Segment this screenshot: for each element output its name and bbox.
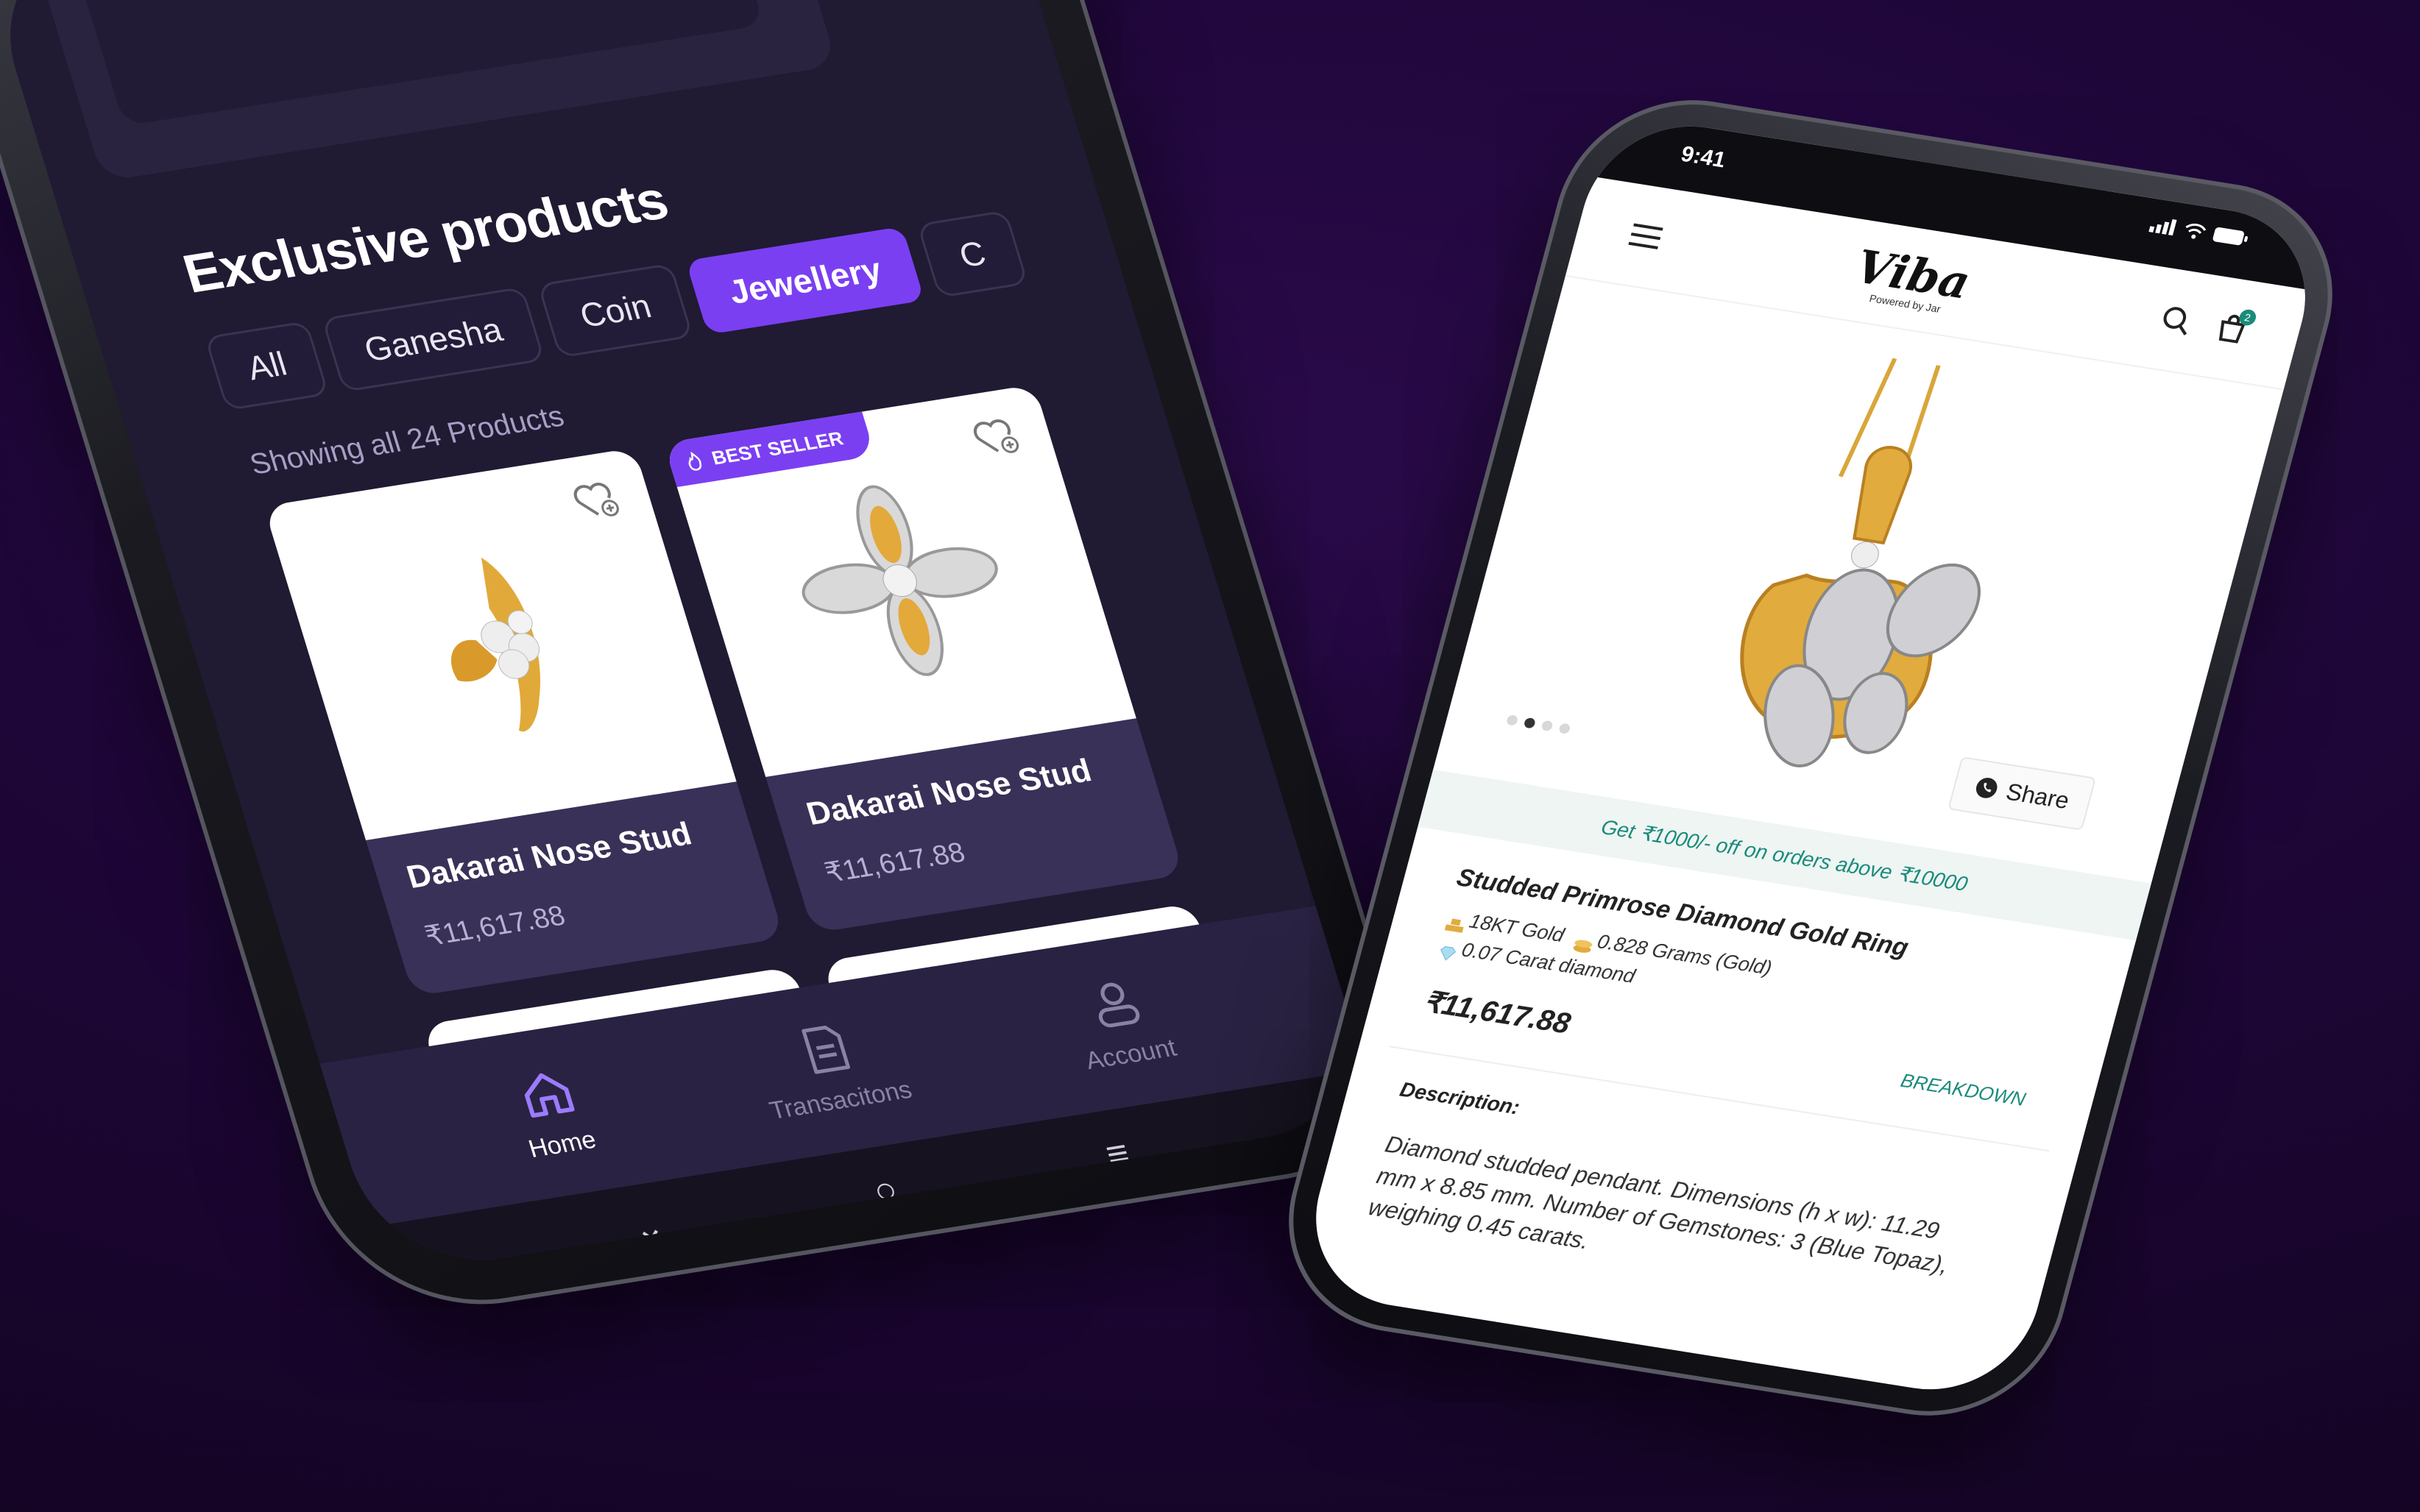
product-grid: Dakarai Nose Stud ₹11,617.88 BEST SELLER <box>263 384 1184 997</box>
right-phone: 9:41 Viba Powered by Jar 2 Share Get ₹10… <box>1260 82 2361 1434</box>
flower-stud-image <box>802 485 998 676</box>
gold-bars-icon <box>1444 910 1468 933</box>
nav-home[interactable]: Home <box>506 1062 600 1164</box>
product-price: ₹11,617.88 <box>1420 985 1574 1040</box>
nose-stud-image <box>451 557 540 732</box>
hamburger-menu-icon[interactable] <box>1627 221 1665 251</box>
product-name: Dakarai Nose Stud <box>802 752 1096 832</box>
product-price: ₹11,617.88 <box>421 900 569 953</box>
user-icon <box>1098 982 1140 1027</box>
app-bar-actions: 2 <box>2157 302 2258 347</box>
home-icon <box>524 1073 575 1118</box>
whatsapp-icon <box>1975 778 1998 798</box>
tab-ganesha[interactable]: Ganesha <box>321 286 545 393</box>
tab-jewellery[interactable]: Jewellery <box>685 226 924 335</box>
search-icon[interactable] <box>2158 304 2195 337</box>
top-card-inner <box>68 0 765 127</box>
cart-button[interactable]: 2 <box>2212 308 2258 347</box>
wifi-icon <box>2185 223 2207 239</box>
right-phone-screen: 9:41 Viba Powered by Jar 2 Share Get ₹10… <box>1293 112 2328 1404</box>
nav-account-label: Account <box>1082 1033 1180 1075</box>
nav-account[interactable]: Account <box>1063 970 1180 1076</box>
best-seller-badge: BEST SELLER <box>663 411 876 487</box>
breakdown-link[interactable]: BREAKDOWN <box>1898 1069 2028 1111</box>
document-icon <box>802 1025 850 1074</box>
tab-all[interactable]: All <box>204 320 330 411</box>
product-price: ₹11,617.88 <box>821 837 969 890</box>
description-text: Diamond studded pendant. Dimensions (h x… <box>1365 1130 1952 1279</box>
ganesha-pendant-image <box>1740 358 1981 767</box>
nav-transactions[interactable]: Transacitons <box>747 1012 916 1126</box>
product-name: Dakarai Nose Stud <box>402 815 696 895</box>
tab-coin[interactable]: Coin <box>537 263 694 358</box>
badge-label: BEST SELLER <box>709 426 846 469</box>
gold-coins-icon <box>1572 931 1596 953</box>
product-image <box>263 447 737 841</box>
product-image-carousel[interactable] <box>1482 297 2237 855</box>
description-heading: Description: <box>1397 1077 1523 1119</box>
left-phone: Exclusive products All Ganesha Coin Jewe… <box>0 0 1438 1327</box>
nav-home-label: Home <box>525 1125 600 1163</box>
nav-transactions-label: Transacitons <box>766 1075 916 1125</box>
carousel-dot[interactable] <box>1505 714 1519 726</box>
flame-icon <box>688 451 702 471</box>
carousel-dot-active[interactable] <box>1523 717 1537 729</box>
tab-more[interactable]: C <box>916 210 1029 299</box>
diamond-icon <box>1437 939 1461 961</box>
share-label: Share <box>2003 778 2073 814</box>
carousel-dot[interactable] <box>1540 720 1554 732</box>
top-card-remnant <box>31 0 838 182</box>
product-image: BEST SELLER <box>663 384 1136 777</box>
brand-logo[interactable]: Viba Powered by Jar <box>1847 239 1975 318</box>
left-phone-screen: Exclusive products All Ganesha Coin Jewe… <box>0 0 1381 1277</box>
wishlist-heart-icon[interactable] <box>565 474 626 527</box>
wishlist-heart-icon[interactable] <box>965 411 1025 464</box>
